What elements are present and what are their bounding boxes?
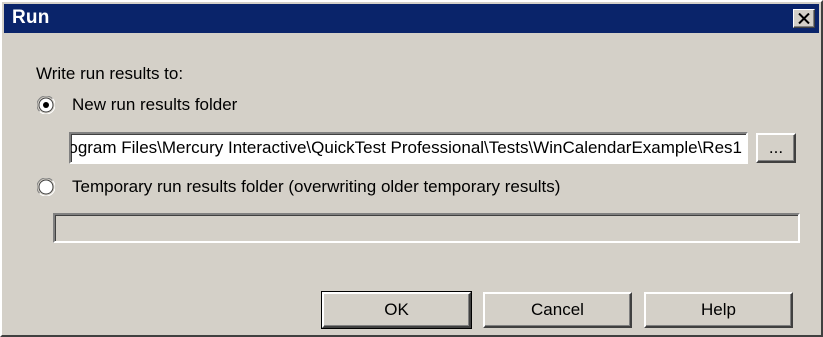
- close-icon: [798, 13, 810, 24]
- run-dialog: Run Write run results to: New run result…: [0, 0, 823, 337]
- title-bar[interactable]: Run: [4, 4, 819, 33]
- window-title: Run: [12, 7, 50, 28]
- close-button[interactable]: [793, 9, 815, 28]
- new-folder-label[interactable]: New run results folder: [72, 95, 237, 115]
- radio-selected-icon[interactable]: [37, 96, 55, 114]
- section-heading: Write run results to:: [36, 64, 184, 83]
- results-path-input[interactable]: C:\Program Files\Mercury Interactive\Qui…: [69, 132, 748, 164]
- temporary-folder-label[interactable]: Temporary run results folder (overwritin…: [72, 177, 560, 197]
- ok-button-label: OK: [384, 300, 409, 319]
- help-button[interactable]: Help: [644, 292, 793, 328]
- temporary-path-input: [53, 213, 800, 243]
- results-path-value: C:\Program Files\Mercury Interactive\Qui…: [69, 138, 742, 157]
- cancel-button[interactable]: Cancel: [483, 292, 632, 328]
- ok-button[interactable]: OK: [321, 291, 472, 329]
- browse-button[interactable]: ...: [756, 133, 796, 163]
- radio-unselected-icon[interactable]: [37, 178, 55, 196]
